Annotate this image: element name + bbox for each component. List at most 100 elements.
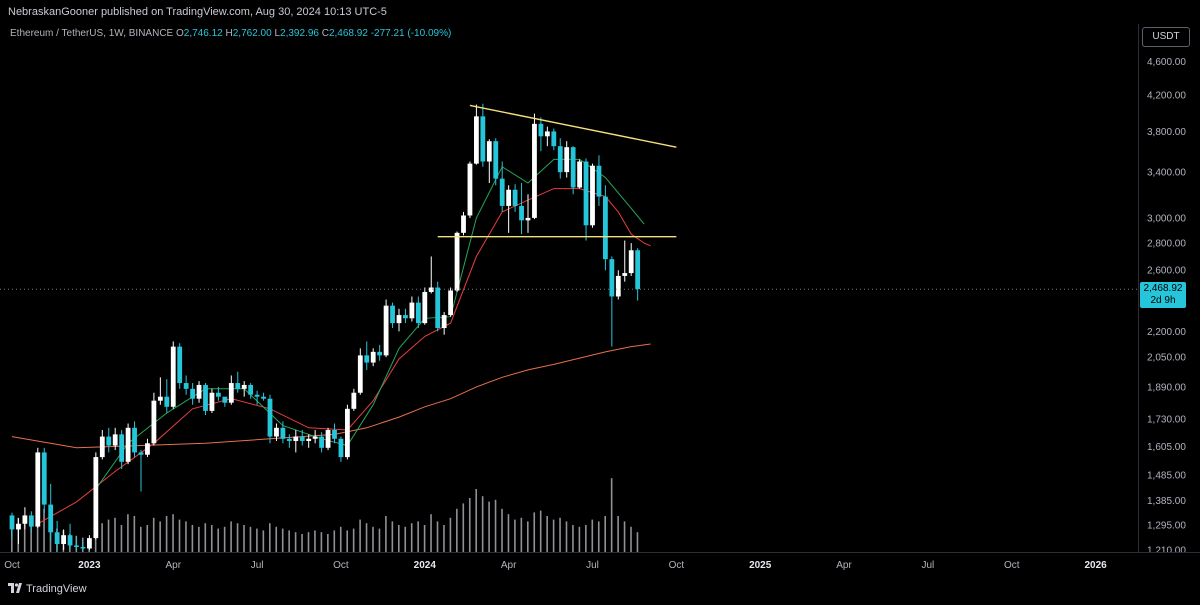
volume-bar — [539, 510, 542, 552]
volume-bar — [430, 514, 432, 552]
volume-bar — [294, 532, 297, 552]
price-chart[interactable] — [0, 24, 1138, 552]
volume-bar — [236, 523, 239, 552]
volume-bar — [623, 521, 626, 552]
volume-bar — [423, 525, 426, 552]
candle-body — [306, 438, 312, 442]
candle-body — [196, 384, 202, 399]
volume-bar — [281, 528, 284, 552]
candle-body — [564, 147, 570, 173]
volume-bar — [223, 526, 226, 552]
ema-long-line — [11, 343, 651, 449]
time-tick-label: Apr — [165, 560, 181, 571]
candle-body — [87, 538, 92, 549]
candle-body — [61, 535, 66, 545]
candle-body — [222, 396, 228, 403]
volume-bar — [107, 519, 110, 552]
candle-body — [203, 384, 208, 411]
volume-bar — [449, 517, 452, 552]
time-tick-label: Jul — [251, 560, 264, 571]
volume-bar — [127, 514, 129, 552]
candle-body — [544, 131, 550, 137]
time-tick-label: 2023 — [78, 560, 101, 571]
candle-body — [461, 215, 466, 233]
candle-body — [519, 205, 524, 221]
ema-short-line — [95, 158, 645, 490]
candle-body — [267, 398, 273, 437]
close-value: 2,468.92 — [328, 28, 368, 39]
volume-bar — [533, 512, 536, 552]
price-tick-label: 2,200.00 — [1147, 327, 1186, 338]
volume-bar — [610, 478, 613, 552]
volume-bar — [578, 526, 581, 552]
volume-bar — [159, 521, 161, 552]
volume-bar — [378, 528, 381, 552]
change-value: -277.21 (-10.09%) — [370, 28, 452, 39]
candle-body — [357, 355, 363, 393]
volume-bar — [301, 534, 303, 552]
resistance-trendline — [469, 104, 677, 148]
volume-bar — [178, 519, 181, 552]
candle-body — [325, 429, 331, 448]
candle-body — [293, 436, 299, 442]
candle-body — [254, 394, 260, 397]
price-tick-label: 3,000.00 — [1147, 213, 1186, 224]
candle-body — [551, 131, 557, 147]
candle-body — [603, 196, 608, 260]
candle-body — [112, 434, 118, 446]
currency-button[interactable]: USDT — [1142, 27, 1190, 47]
price-tick-label: 4,600.00 — [1147, 57, 1186, 68]
candle-body — [248, 384, 254, 395]
candle-body — [138, 452, 144, 455]
volume-bar — [210, 525, 213, 552]
volume-bar — [507, 514, 510, 552]
price-tick-label: 1,730.00 — [1147, 415, 1186, 426]
candle-body — [428, 287, 434, 292]
volume-bar — [314, 530, 316, 552]
volume-bar — [101, 523, 103, 552]
volume-bar — [133, 516, 136, 552]
volume-bar — [572, 525, 574, 552]
candle-body — [28, 515, 34, 527]
time-tick-label: Jul — [586, 560, 599, 571]
volume-bar — [339, 526, 342, 552]
volume-bar — [417, 521, 419, 552]
high-value: 2,762.00 — [232, 28, 272, 39]
high-label: H — [225, 28, 233, 39]
candle-body — [532, 123, 537, 218]
chart-plot-area[interactable] — [0, 24, 1138, 552]
volume-bar — [475, 489, 477, 552]
volume-bar — [552, 519, 555, 552]
price-tick-label: 2,050.00 — [1147, 353, 1186, 364]
candle-body — [415, 302, 421, 324]
volume-bar — [520, 517, 523, 552]
price-tick-label: 1,605.00 — [1147, 442, 1186, 453]
price-tick-label: 2,800.00 — [1147, 239, 1186, 250]
volume-bar — [436, 521, 439, 552]
candle-body — [125, 427, 131, 462]
volume-bar — [597, 521, 600, 552]
time-axis[interactable]: Oct 2023 Apr Jul Oct 2024 Apr Jul Oct 2025 Apr Jul O… — [0, 552, 1200, 575]
candle-body — [474, 116, 479, 164]
open-label: O — [176, 28, 184, 39]
volume-bar — [120, 525, 123, 552]
candle-body — [106, 436, 112, 446]
tradingview-logo[interactable]: TradingView — [8, 583, 87, 595]
low-value: 2,392.96 — [280, 28, 319, 39]
volume-bar — [307, 532, 310, 552]
volume-bar — [514, 519, 516, 552]
volume-bar — [404, 526, 407, 552]
publish-header: NebraskanGooner published on TradingView… — [0, 0, 1200, 24]
candle-body — [370, 351, 376, 363]
candle-body — [583, 161, 589, 226]
candle-body — [441, 315, 447, 329]
volume-bar — [275, 526, 278, 552]
candle-body — [177, 346, 183, 384]
volume-bar — [636, 532, 639, 552]
candle-body — [609, 259, 615, 297]
volume-bar — [462, 503, 465, 552]
volume-bar — [204, 523, 207, 552]
volume-bar — [327, 534, 329, 552]
candle-body — [312, 436, 318, 439]
candle-body — [164, 396, 170, 407]
